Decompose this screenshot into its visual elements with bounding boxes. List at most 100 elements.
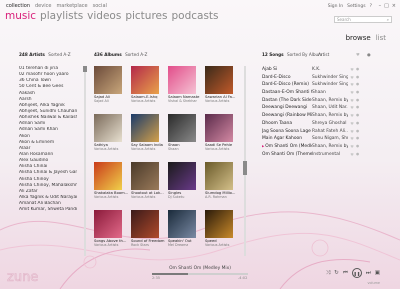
- album-tile[interactable]: Salaam-E-Ishq Various Artists: [131, 66, 168, 114]
- rating-heart-icon[interactable]: ♥: [348, 135, 356, 143]
- artist-list-item[interactable]: Amit Kumar, Shweta Pandit: [19, 207, 77, 213]
- song-row[interactable]: Dastaan-E-Om Shanti OmShaan ♥●: [262, 89, 374, 97]
- album-tile[interactable]: Slumdog Millio... A.R. Rahman: [205, 162, 242, 210]
- settings-link[interactable]: Settings: [347, 4, 365, 9]
- album-art[interactable]: [168, 114, 196, 142]
- search-input[interactable]: Search ⌕: [334, 16, 392, 23]
- song-row[interactable]: Ajab Si K.K. ♥ ●: [262, 66, 374, 74]
- album-art[interactable]: [168, 66, 196, 94]
- album-tile[interactable]: Shaan Shaan: [168, 114, 205, 162]
- album-art[interactable]: [94, 114, 122, 142]
- browse-view-button[interactable]: browse: [346, 34, 371, 42]
- album-tile[interactable]: Speakin' Out Mel Dreamz: [168, 210, 205, 258]
- song-row[interactable]: Dastan (The Dark Side Mix)Shaan, Remix b…: [262, 97, 374, 105]
- song-row[interactable]: Deewangi Deewangi Shaan, Udit Nar... ♥ ●: [262, 104, 374, 112]
- song-row[interactable]: Jag Soona Soona Lage Rahat Fateh Ali... ♥ ●: [262, 128, 374, 136]
- artists-scroll-thumb[interactable]: [83, 66, 87, 72]
- album-art[interactable]: [94, 66, 122, 94]
- song-row[interactable]: Om Shanti Om (Medley Mix)Shaan, Remix by…: [262, 143, 374, 151]
- album-art[interactable]: [168, 210, 196, 238]
- song-row[interactable]: Deewangi (Rainbow Mix) Shaan, Remix by ♥ ●: [262, 112, 374, 120]
- repeat-icon[interactable]: ↻: [334, 270, 339, 276]
- album-tile[interactable]: Sawarian Al Fa... Various Artists: [205, 66, 242, 114]
- next-icon[interactable]: ⏭: [366, 270, 371, 277]
- close-button[interactable]: ×: [392, 3, 396, 9]
- pivot-playlists[interactable]: playlists: [40, 10, 83, 22]
- rating-heart-icon[interactable]: ♥: [348, 104, 356, 112]
- artist-list-item[interactable]: Alisha Chinoy, Mahalakshmi Iye: [19, 183, 77, 189]
- albums-header[interactable]: 436 Albums Sorted A-Z: [94, 52, 147, 57]
- search-icon[interactable]: ⌕: [387, 17, 389, 22]
- song-row[interactable]: Dhoom Taana Shreya Ghoshal ♥ ●: [262, 120, 374, 128]
- album-tile[interactable]: Salaam Namaste Vishal & Shekhar: [168, 66, 205, 114]
- rating-heart-icon[interactable]: ♥: [348, 143, 356, 151]
- artists-sort[interactable]: Sorted A-Z: [48, 52, 70, 57]
- maximize-button[interactable]: □: [384, 3, 389, 9]
- album-tile[interactable]: Sathiya Various Artists: [94, 114, 131, 162]
- album-art[interactable]: [168, 162, 196, 190]
- album-art[interactable]: [131, 66, 159, 94]
- pivot-podcasts[interactable]: podcasts: [171, 10, 218, 22]
- rating-heart-icon[interactable]: ♥: [348, 81, 356, 89]
- album-tile[interactable]: Say Salaam India Various Artists: [131, 114, 168, 162]
- album-art[interactable]: [94, 162, 122, 190]
- album-art[interactable]: [131, 162, 159, 190]
- album-tile[interactable]: Songs Above th... Various Artists: [94, 210, 131, 258]
- sign-in-link[interactable]: Sign In: [328, 4, 343, 9]
- album-tile[interactable]: Shakalaka Boom... Various Artists: [94, 162, 131, 210]
- subnav-social[interactable]: social: [93, 3, 107, 9]
- song-row[interactable]: Main Agar Kahoon Sonu Nigam, Shr...♥●: [262, 135, 374, 143]
- help-link[interactable]: ?: [370, 4, 372, 9]
- rating-heart-icon[interactable]: ♥: [348, 120, 356, 128]
- pivot-videos[interactable]: videos: [87, 10, 121, 22]
- rating-heart-icon[interactable]: ♥: [348, 112, 356, 120]
- song-row[interactable]: Dard-E-Disco (Remix) Sukhwinder Singh ♥ ●: [262, 81, 374, 89]
- artists-scrollbar[interactable]: [83, 66, 87, 256]
- album-art[interactable]: [131, 114, 159, 142]
- pivot-music[interactable]: music: [5, 10, 36, 22]
- list-view-button[interactable]: list: [376, 34, 386, 42]
- artists-header[interactable]: 248 Artists Sorted A-Z: [19, 52, 71, 57]
- rating-column-heart-icon[interactable]: ♥: [356, 52, 360, 57]
- minimize-button[interactable]: –: [379, 3, 382, 9]
- mini-player-icon[interactable]: ▣: [375, 270, 380, 276]
- song-row[interactable]: Dard-E-Disco Sukhwinder Singh ♥ ●: [262, 74, 374, 82]
- album-tile[interactable]: Speed Various Artists: [205, 210, 242, 258]
- album-art[interactable]: [131, 210, 159, 238]
- rating-heart-icon[interactable]: ♥: [348, 151, 356, 159]
- rating-heart-icon[interactable]: ♥: [348, 97, 356, 105]
- subnav-collection[interactable]: collection: [6, 3, 30, 9]
- albums-scroll-thumb[interactable]: [243, 161, 247, 175]
- rating-heart-icon[interactable]: ♥: [348, 74, 356, 82]
- albums-scrollbar[interactable]: [243, 66, 247, 256]
- albums-sort[interactable]: Sorted A-Z: [125, 52, 147, 57]
- songs-sort[interactable]: Sorted By Album: [287, 52, 322, 57]
- songs-header[interactable]: 12 Songs Sorted By Album: [262, 52, 322, 57]
- volume-label[interactable]: volume: [367, 281, 380, 285]
- subnav-device[interactable]: device: [35, 3, 51, 9]
- rating-heart-icon[interactable]: ♥: [348, 128, 356, 136]
- album-art[interactable]: [205, 66, 233, 94]
- album-tile[interactable]: Sajad Ali Sajad Ali: [94, 66, 131, 114]
- pause-button[interactable]: ❚❚: [351, 268, 362, 278]
- album-art[interactable]: [205, 114, 233, 142]
- album-tile[interactable]: Saadi Se Pehle Various Artists: [205, 114, 242, 162]
- album-tile[interactable]: Sound of Freedom Rock Stars: [131, 210, 168, 258]
- artist-list-item[interactable]: Alisha Chinai & Jayesh Gandhi: [19, 170, 77, 176]
- song-row[interactable]: Om Shanti Om (Theme) Instrumental ♥ ●: [262, 151, 374, 159]
- album-tile[interactable]: Shootout at Lok... Various Artists: [131, 162, 168, 210]
- pivot-pictures[interactable]: pictures: [125, 10, 167, 22]
- album-art[interactable]: [205, 162, 233, 190]
- playback-progress-bar[interactable]: [152, 273, 248, 275]
- artist-column-header[interactable]: Artist: [318, 52, 329, 57]
- previous-icon[interactable]: ⏮: [343, 270, 348, 277]
- subnav-marketplace[interactable]: marketplace: [56, 3, 87, 9]
- rating-heart-icon[interactable]: ♥: [348, 89, 356, 97]
- rating-heart-icon[interactable]: ♥: [348, 66, 356, 74]
- song-title: Deewangi Deewangi: [262, 105, 308, 111]
- status-column-dot-icon[interactable]: ●: [367, 52, 371, 57]
- shuffle-icon[interactable]: ⤨: [326, 270, 330, 277]
- album-art[interactable]: [205, 210, 233, 238]
- album-tile[interactable]: Singles Dj Suketu: [168, 162, 205, 210]
- album-art[interactable]: [94, 210, 122, 238]
